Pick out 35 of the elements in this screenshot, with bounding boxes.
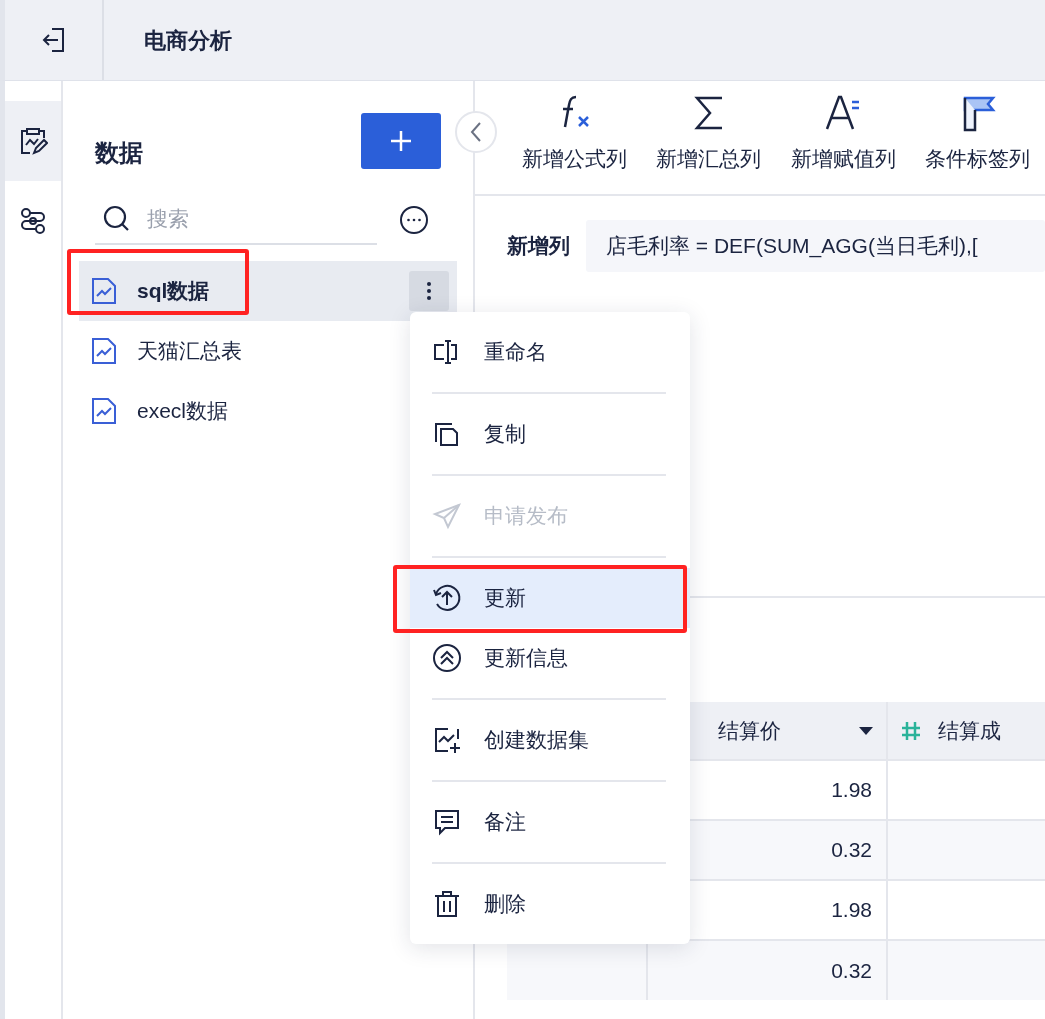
dataset-item[interactable]: sql数据	[79, 261, 457, 321]
column-header[interactable]: 结算成	[887, 702, 1045, 760]
more-options-icon	[399, 205, 429, 235]
formula-field[interactable]: 店毛利率 = DEF(SUM_AGG(当日毛利),[	[586, 220, 1045, 272]
add-chart-icon	[432, 725, 462, 755]
chevron-left-icon	[469, 121, 483, 143]
table-cell: 0.32	[647, 940, 887, 1000]
formula-label: 新增列	[507, 233, 570, 260]
rail-tab[interactable]	[5, 101, 61, 181]
double-chevron-up-icon	[432, 643, 462, 673]
collapse-button[interactable]	[455, 111, 497, 153]
vertical-dots-icon	[426, 281, 432, 301]
flow-nodes-icon	[18, 206, 48, 236]
hash-icon	[900, 719, 922, 742]
search-icon	[103, 205, 131, 233]
chart-file-icon	[91, 397, 117, 425]
panel-title: 数据	[95, 138, 143, 168]
trash-icon	[432, 889, 462, 919]
chart-file-icon	[91, 337, 117, 365]
kebab-menu-button[interactable]	[409, 271, 449, 311]
send-icon	[432, 501, 462, 531]
search-field[interactable]: 搜索	[145, 202, 365, 236]
menu-item[interactable]: 更新	[410, 568, 690, 628]
clipboard-edit-icon	[18, 126, 48, 156]
dropdown-caret-icon	[858, 725, 874, 736]
app-title: 电商分析	[144, 26, 232, 55]
upload-circle-icon	[432, 583, 462, 613]
toolbar-button[interactable]: 新增汇总列	[641, 81, 776, 194]
menu-item[interactable]: 更新信息	[410, 628, 690, 688]
comment-icon	[432, 807, 462, 837]
toolbar-button[interactable]: 新增赋值列	[776, 81, 911, 194]
chart-file-icon	[91, 277, 117, 305]
plus-icon	[389, 129, 413, 153]
toolbar-button[interactable]: 条件标签列	[910, 81, 1045, 194]
toolbar-button[interactable]: 新增公式列	[507, 81, 642, 194]
